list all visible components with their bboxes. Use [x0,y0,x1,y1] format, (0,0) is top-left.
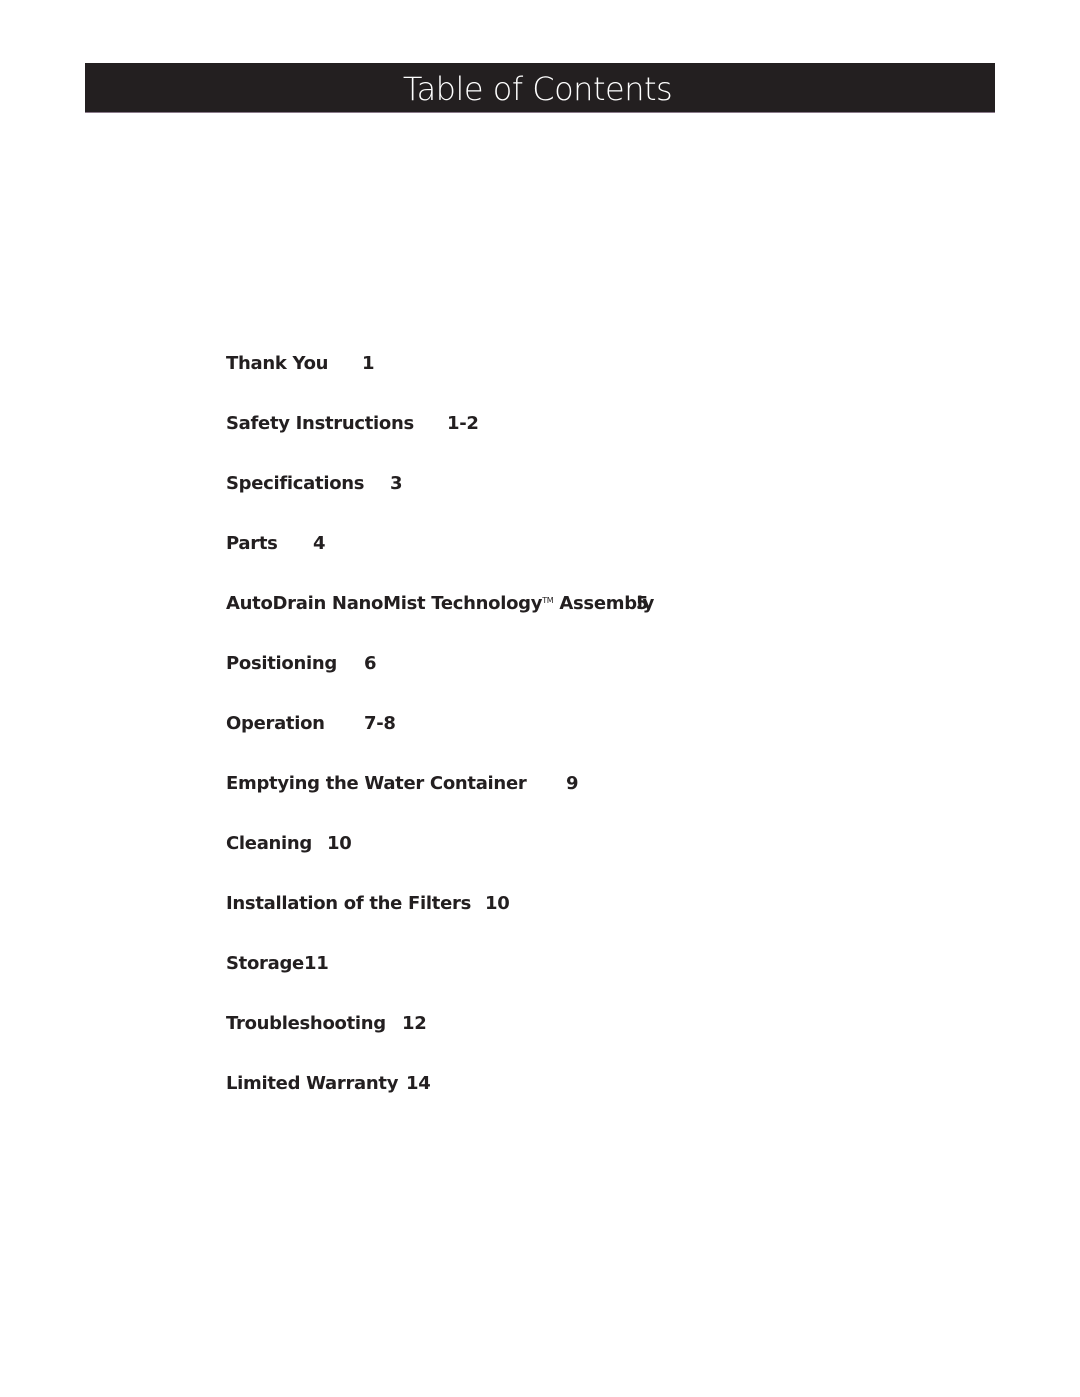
toc-entry[interactable]: Troubleshooting 12 [226,1012,427,1036]
toc-entry[interactable]: AutoDrain NanoMist TechnologyTM Assembly… [226,592,654,616]
toc-entry[interactable]: Safety Instructions 1-2 [226,412,479,436]
toc-entry-title: Troubleshooting [226,1013,386,1034]
toc-entry[interactable]: Emptying the Water Container 9 [226,772,579,796]
header-bar: Table of Contents [85,63,995,113]
toc-entry-title: Limited Warranty [226,1073,399,1094]
toc-entry-page: 6 [364,653,377,674]
toc-entry[interactable]: Limited Warranty 14 [226,1072,431,1096]
toc-entry-page: 10 [485,893,510,914]
toc-entry[interactable]: Operation 7-8 [226,712,396,736]
toc-entry-page: 10 [327,833,352,854]
toc-entry-page: 11 [304,953,329,974]
toc-entry-title: Installation of the Filters [226,893,471,914]
toc-entry-page: 4 [313,533,326,554]
toc-entry-title: Emptying the Water Container [226,773,527,794]
toc-entry[interactable]: Specifications 3 [226,472,403,496]
toc-entry-title: Parts [226,533,278,554]
toc-entry[interactable]: Thank You 1 [226,352,375,376]
toc-entry-page: 1-2 [447,413,479,434]
toc-entry-title: Storage [226,953,304,974]
toc-entry-page: 5 [636,593,649,614]
toc-entry[interactable]: Installation of the Filters 10 [226,892,510,916]
toc-entry-title: Thank You [226,353,329,374]
toc-entry-page: 9 [566,773,579,794]
trademark-mark: TM [542,596,554,605]
toc-entry-title: Cleaning [226,833,313,854]
toc-entry-page: 3 [390,473,403,494]
toc-entry[interactable]: Parts 4 [226,532,326,556]
toc-entry-title: AutoDrain NanoMist Technology [226,593,543,614]
toc-entry[interactable]: Cleaning 10 [226,832,352,856]
toc-entry-page: 1 [362,353,375,374]
toc-entry-title: Operation [226,713,325,734]
page-title: Table of Contents [402,70,673,108]
toc-entry[interactable]: Positioning 6 [226,652,377,676]
toc-entry-page: 14 [406,1073,431,1094]
toc-entry-title: Specifications [226,473,365,494]
toc-entry-title: Positioning [226,653,337,674]
toc-entry-page: 12 [402,1013,427,1034]
toc-entry-title: Safety Instructions [226,413,414,434]
toc-entry[interactable]: Storage 11 [226,952,329,976]
toc-entry-page: 7-8 [364,713,396,734]
